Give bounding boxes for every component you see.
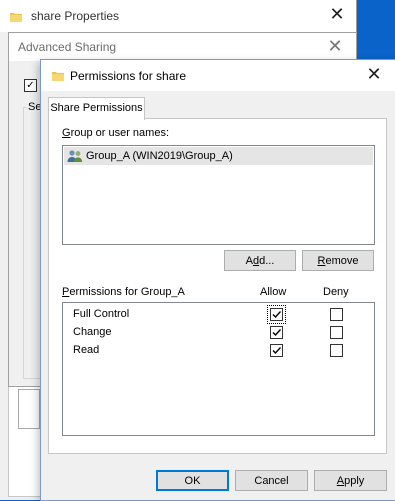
folder-icon: [52, 72, 64, 81]
properties-titlebar: share Properties ✕: [0, 0, 356, 32]
apply-button[interactable]: Apply: [314, 470, 387, 491]
change-allow-checkbox[interactable]: [270, 326, 283, 339]
checkmark-icon: [272, 329, 282, 337]
advanced-close-button[interactable]: ✕: [320, 35, 350, 59]
full-control-deny-checkbox[interactable]: [330, 308, 343, 321]
advanced-title: Advanced Sharing: [18, 40, 117, 54]
full-control-allow-checkbox[interactable]: [267, 305, 286, 324]
permissions-window: Permissions for share ✕ Share Permission…: [40, 59, 395, 501]
checkmark-icon: [272, 311, 282, 319]
allow-column-header: Allow: [260, 286, 287, 298]
permission-row-full-control: Full Control: [63, 305, 374, 324]
permission-name: Change: [73, 326, 112, 338]
add-button[interactable]: Add...: [224, 250, 296, 271]
remove-button[interactable]: Remove: [302, 250, 374, 271]
share-folder-checkbox[interactable]: ✓: [24, 79, 37, 92]
permission-name: Read: [73, 344, 100, 356]
group-or-user-names-label: Group or user names:: [62, 127, 169, 139]
checkmark-icon: [272, 347, 282, 355]
tab-share-permissions[interactable]: Share Permissions: [48, 97, 145, 120]
deny-column-header: Deny: [323, 286, 349, 298]
folder-icon: [10, 13, 22, 22]
permission-row-read: Read: [63, 342, 374, 360]
change-deny-checkbox[interactable]: [330, 326, 343, 339]
list-item[interactable]: Group_A (WIN2019\Group_A): [64, 147, 373, 165]
cancel-button[interactable]: Cancel: [235, 470, 308, 491]
properties-title: share Properties: [31, 9, 120, 23]
permissions-title: Permissions for share: [70, 69, 187, 83]
ok-button[interactable]: OK: [156, 470, 229, 491]
permissions-list: Full Control Change Read: [62, 302, 375, 436]
share-permissions-panel: Group or user names: Group_A (WIN2019\Gr…: [48, 118, 387, 454]
permission-name: Full Control: [73, 308, 130, 320]
group-name: Group_A (WIN2019\Group_A): [86, 150, 233, 162]
users-icon: [67, 150, 83, 162]
read-allow-checkbox[interactable]: [270, 344, 283, 357]
group-user-listbox[interactable]: Group_A (WIN2019\Group_A): [62, 145, 375, 245]
permissions-titlebar: Permissions for share ✕: [41, 60, 395, 91]
properties-panel-inner: [18, 389, 40, 429]
permission-row-change: Change: [63, 324, 374, 342]
read-deny-checkbox[interactable]: [330, 344, 343, 357]
properties-close-button[interactable]: ✕: [322, 3, 352, 27]
advanced-titlebar: Advanced Sharing ✕: [9, 33, 356, 61]
permissions-for-label: Permissions for Group_A: [62, 286, 185, 298]
permissions-close-button[interactable]: ✕: [359, 63, 389, 87]
